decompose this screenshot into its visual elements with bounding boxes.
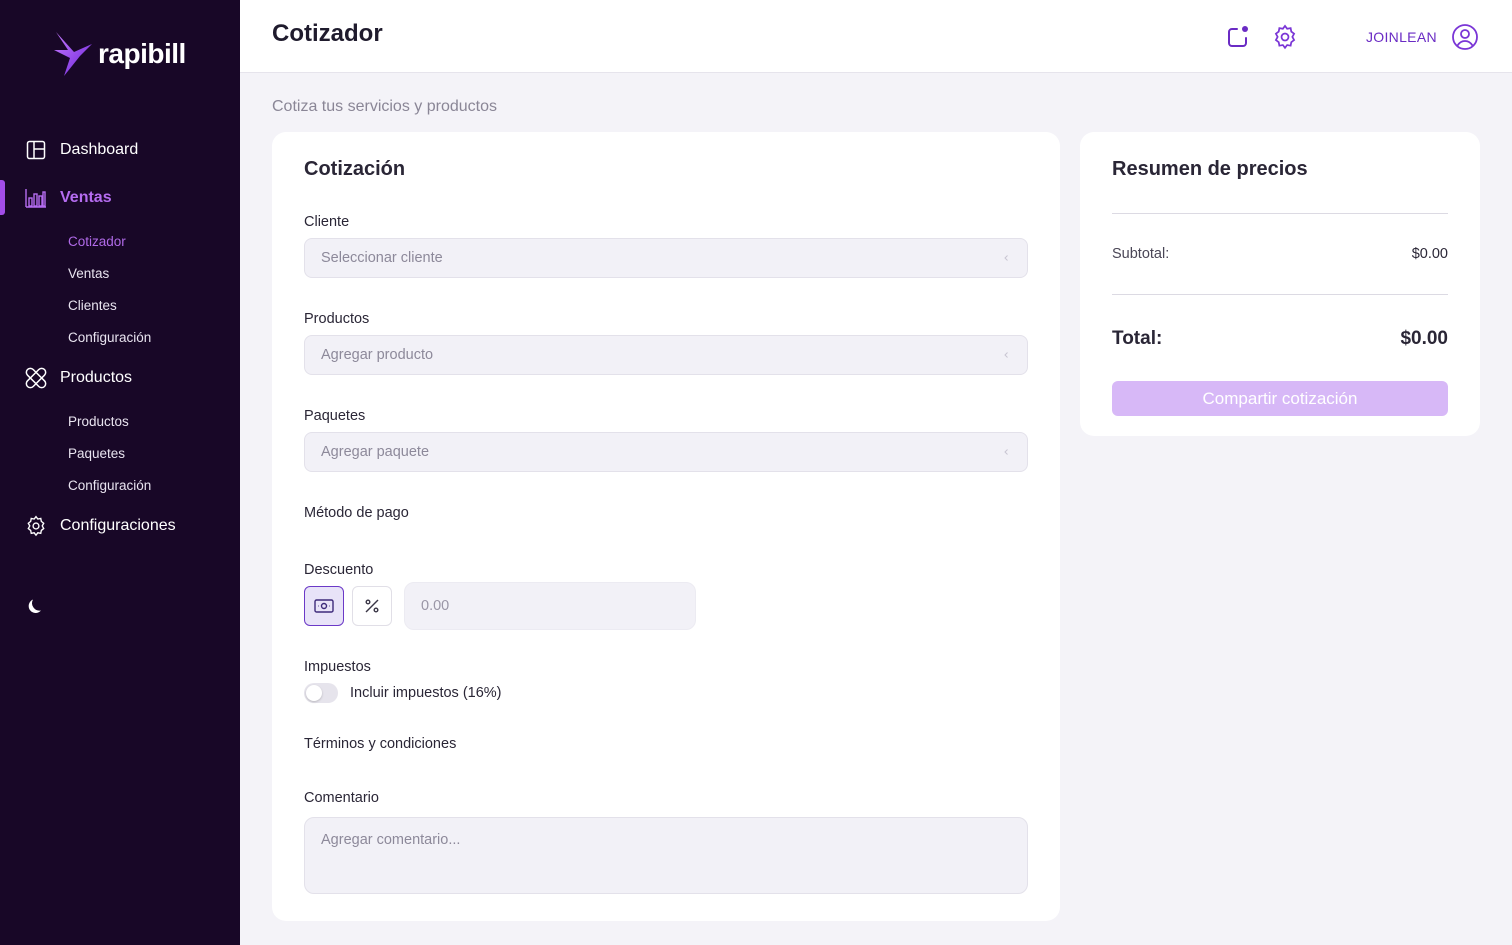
comment-label: Comentario [304, 790, 379, 806]
settings-button[interactable] [1272, 24, 1298, 50]
money-icon [314, 599, 334, 613]
sidebar-item-label: Configuraciones [60, 517, 176, 534]
sidebar-item-label: Dashboard [60, 141, 139, 158]
discount-amount-button[interactable] [304, 586, 344, 626]
sidebar-item-configuraciones[interactable]: Configuraciones [0, 508, 240, 544]
share-quote-button[interactable]: Compartir cotización [1112, 381, 1448, 416]
sidebar-subitem-ventas[interactable]: Ventas [68, 266, 109, 281]
include-taxes-label: Incluir impuestos (16%) [350, 685, 502, 701]
products-label: Productos [304, 311, 370, 327]
product-select-placeholder: Agregar producto [321, 347, 434, 363]
chevron-left-icon [1004, 352, 1008, 358]
sidebar-subitem-configuracion-productos[interactable]: Configuración [68, 478, 151, 493]
user-menu-button[interactable] [1451, 23, 1478, 50]
sidebar-subitem-configuracion-ventas[interactable]: Configuración [68, 330, 151, 345]
total-label: Total: [1112, 328, 1163, 349]
theme-toggle-button[interactable] [24, 594, 48, 618]
chevron-left-icon [1004, 449, 1008, 455]
logo-text: rapibill [98, 38, 186, 69]
page-subtitle: Cotiza tus servicios y productos [272, 98, 497, 115]
sidebar-subitem-productos[interactable]: Productos [68, 414, 129, 429]
logo[interactable]: rapibill [52, 30, 186, 78]
discount-label: Descuento [304, 562, 374, 578]
gear-icon [24, 514, 48, 538]
toggle-knob [306, 685, 322, 701]
subtotal-label: Subtotal: [1112, 246, 1170, 262]
layout-icon [24, 138, 48, 162]
percent-icon [365, 599, 379, 613]
notification-icon [1228, 26, 1248, 47]
notification-button[interactable] [1225, 24, 1251, 50]
client-label: Cliente [304, 214, 350, 230]
discount-input[interactable] [404, 582, 696, 630]
include-taxes-toggle[interactable] [304, 683, 338, 703]
bar-chart-icon [24, 186, 48, 210]
payment-method-label: Método de pago [304, 505, 409, 521]
chevron-left-icon [1004, 255, 1008, 261]
divider [1112, 213, 1448, 214]
bandage-icon [24, 366, 48, 390]
summary-title: Resumen de precios [1112, 158, 1308, 180]
sidebar-item-productos[interactable]: Productos [0, 360, 240, 396]
user-name[interactable]: JOINLEAN [1366, 29, 1437, 45]
subtotal-value: $0.00 [1411, 246, 1448, 262]
terms-label: Términos y condiciones [304, 736, 457, 752]
client-select[interactable]: Seleccionar cliente [304, 238, 1028, 278]
sidebar-item-ventas[interactable]: Ventas [0, 180, 240, 216]
page-title: Cotizador [272, 20, 383, 47]
sidebar-item-dashboard[interactable]: Dashboard [0, 132, 240, 168]
sidebar-subitem-paquetes[interactable]: Paquetes [68, 446, 125, 461]
quote-card: Cotización Cliente Seleccionar cliente P… [272, 132, 1060, 921]
sidebar-item-label: Productos [60, 369, 133, 386]
total-value: $0.00 [1400, 328, 1448, 349]
package-select[interactable]: Agregar paquete [304, 432, 1028, 472]
sidebar: rapibill Dashboard Ventas Cotizador Vent… [0, 0, 240, 945]
sidebar-subitem-clientes[interactable]: Clientes [68, 298, 117, 313]
top-header: Cotizador JOINLEAN [240, 0, 1512, 73]
comment-textarea[interactable] [304, 817, 1028, 894]
price-summary-card: Resumen de precios Subtotal: $0.00 Total… [1080, 132, 1480, 436]
quote-title: Cotización [304, 158, 406, 180]
taxes-label: Impuestos [304, 659, 371, 675]
sidebar-item-label: Ventas [60, 189, 112, 206]
moon-icon [28, 599, 41, 613]
package-select-placeholder: Agregar paquete [321, 444, 430, 460]
sidebar-subitem-cotizador[interactable]: Cotizador [68, 234, 126, 249]
user-circle-icon [1452, 24, 1478, 50]
packages-label: Paquetes [304, 408, 366, 424]
divider [1112, 294, 1448, 295]
discount-percent-button[interactable] [352, 586, 392, 626]
client-select-placeholder: Seleccionar cliente [321, 250, 443, 266]
bird-logo-icon [54, 32, 92, 76]
gear-icon [1274, 24, 1296, 50]
product-select[interactable]: Agregar producto [304, 335, 1028, 375]
